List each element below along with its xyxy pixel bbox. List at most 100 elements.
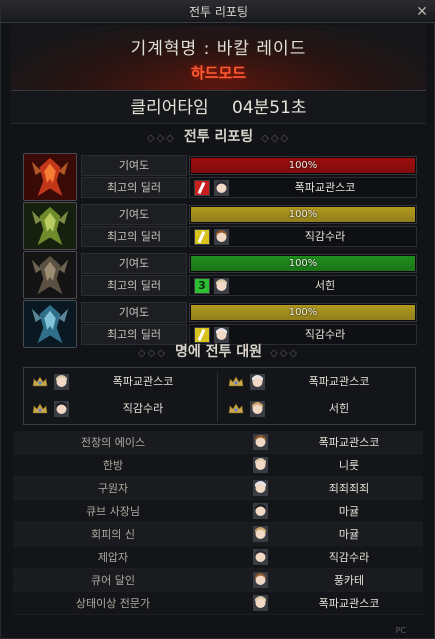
title-award-row: 큐브 사장님 마귤 [13,500,423,523]
best-dealer-box: 폭파교관스코 [189,177,417,198]
party-members-panel: 폭파교관스코 폭파교관스코 직감수라 서힌 [23,367,416,425]
avatar [253,480,268,496]
party-member[interactable]: 서힌 [224,398,408,420]
rank-3-icon: 3 [194,278,210,294]
best-dealer-label: 최고의 딜러 [81,177,187,198]
award-title: 큐어 달인 [91,574,135,587]
contribution-row: 기여도 100% [81,253,417,275]
award-title: 상태이상 전문가 [75,597,151,610]
window-titlebar[interactable]: 전투 리포팅 ✕ [1,1,435,23]
dungeon-name: 기계혁명 : 바칼 레이드 [130,39,307,59]
clear-time-value: 04분51초 [232,98,307,118]
contribution-row: 기여도 100% [81,302,417,324]
award-title: 구원자 [97,482,129,495]
avatar [253,595,268,611]
clear-time-row: 클리어타임 04분51초 [11,92,426,124]
title-award-row: 큐어 달인 풍카테 [13,569,423,592]
party-member-name: 폭파교관스코 [308,375,370,388]
award-title: 제압자 [97,551,129,564]
award-player: 폭파교관스코 [318,597,380,610]
avatar [253,549,268,565]
party-member[interactable]: 폭파교관스코 [28,371,212,393]
award-player: 폭파교관스코 [318,436,380,449]
title-award-row: 구원자 죄죄죄죄 [13,477,423,500]
avatar [253,572,268,588]
battle-report-window: 전투 리포팅 ✕ 기계혁명 : 바칼 레이드 하드모드 클리어타임 04분51초… [0,0,435,639]
clear-time-label: 클리어타임 [130,98,209,118]
contribution-label: 기여도 [81,155,187,176]
red-dragon-emblem [23,153,77,201]
dungeon-header: 기계혁명 : 바칼 레이드 하드모드 [11,25,426,91]
section-title-party: ◇◇◇ 명에 전투 대원 ◇◇◇ [137,344,300,360]
best-dealer-row: 최고의 딜러 3 서힌 [81,275,417,297]
best-dealer-row: 최고의 딜러 폭파교관스코 [81,177,417,199]
best-dealer-row: 최고의 딜러 직감수라 [81,226,417,248]
avatar [253,457,268,473]
green-dragon-emblem [23,202,77,250]
slash-icon [194,229,210,245]
contribution-value: 100% [288,258,318,269]
avatar [253,526,268,542]
crown-icon [228,376,244,387]
avatar [250,374,265,390]
slash-icon [194,180,210,196]
contribution-bar: 100% [189,303,417,322]
contribution-bar: 100% [189,205,417,224]
avatar [214,180,229,196]
member-row: 기여도 100% 최고의 딜러 3 서힌 [23,251,417,301]
close-icon[interactable]: ✕ [414,4,430,20]
window-title: 전투 리포팅 [188,5,248,19]
award-title: 큐브 사장님 [85,505,141,518]
difficulty-label: 하드모드 [190,64,247,82]
title-award-row: 회피의 신 마귤 [13,523,423,546]
dark-dragon-emblem [23,251,77,299]
contribution-value: 100% [288,160,318,171]
contribution-label: 기여도 [81,302,187,323]
award-title: 한방 [102,459,124,472]
party-member[interactable]: 직감수라 [28,398,212,420]
contribution-value: 100% [288,209,318,220]
crown-icon [32,376,48,387]
best-dealer-name: 직감수라 [304,230,346,243]
avatar [250,401,265,417]
avatar [54,401,69,417]
award-player: 마귤 [338,528,360,541]
party-member-name: 폭파교관스코 [112,375,174,388]
corner-label: PC [395,626,406,635]
crown-icon [228,403,244,414]
member-row: 기여도 100% 최고의 딜러 폭파교관스코 [23,153,417,203]
party-member-name: 직감수라 [122,402,164,415]
award-player: 니룻 [338,459,360,472]
award-title: 회피의 신 [91,528,135,541]
avatar [214,229,229,245]
crown-icon [32,403,48,414]
party-divider [217,372,218,422]
title-award-row: 상태이상 전문가 폭파교관스코 [13,592,423,615]
contribution-bar: 100% [189,156,417,175]
best-dealer-label: 최고의 딜러 [81,275,187,296]
award-player: 직감수라 [328,551,370,564]
best-dealer-label: 최고의 딜러 [81,226,187,247]
contribution-row: 기여도 100% [81,204,417,226]
avatar [253,503,268,519]
member-row: 기여도 100% 최고의 딜러 직감수라 [23,202,417,252]
avatar [214,278,229,294]
contribution-value: 100% [288,307,318,318]
best-dealer-name: 폭파교관스코 [294,181,356,194]
award-player: 풍카테 [333,574,365,587]
title-award-row: 한방 니룻 [13,454,423,477]
best-dealer-name: 서힌 [314,279,336,292]
best-dealer-box: 3 서힌 [189,275,417,296]
title-awards-list: 전장의 에이스 폭파교관스코 한방 니룻 구원자 죄죄죄죄 큐브 사장님 마귤 … [13,431,423,615]
contribution-bar: 100% [189,254,417,273]
title-award-row: 전장의 에이스 폭파교관스코 [13,431,423,454]
contribution-row: 기여도 100% [81,155,417,177]
avatar [253,434,268,450]
contribution-label: 기여도 [81,253,187,274]
party-member[interactable]: 폭파교관스코 [224,371,408,393]
award-title: 전장의 에이스 [80,436,146,449]
contribution-label: 기여도 [81,204,187,225]
award-player: 죄죄죄죄 [328,482,370,495]
party-member-name: 서힌 [328,402,350,415]
title-award-row: 제압자 직감수라 [13,546,423,569]
